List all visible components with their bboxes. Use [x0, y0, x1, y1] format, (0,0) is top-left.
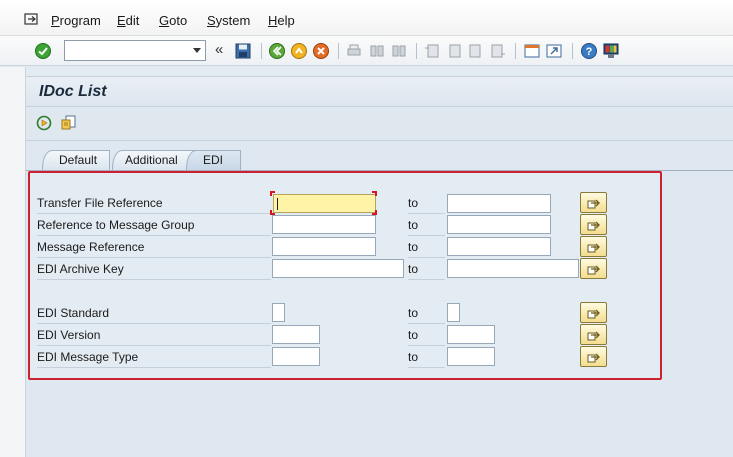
- next-page-icon: [469, 44, 481, 58]
- create-session-icon[interactable]: [523, 42, 541, 60]
- menu-edit[interactable]: Edit: [117, 13, 139, 28]
- first-page-icon: [425, 44, 439, 58]
- tab-default[interactable]: Default: [42, 150, 110, 170]
- menu-program[interactable]: Program: [51, 13, 101, 28]
- page-title: IDoc List: [39, 83, 107, 100]
- last-page-icon: [491, 44, 505, 58]
- tab-edi[interactable]: EDI: [186, 150, 241, 170]
- svg-text:?: ?: [586, 46, 593, 58]
- get-variant-icon[interactable]: [60, 114, 77, 131]
- help-icon[interactable]: ?: [580, 42, 598, 60]
- execute-icon[interactable]: [36, 115, 52, 131]
- left-border: [0, 67, 26, 457]
- shortcut-icon[interactable]: [545, 42, 563, 60]
- menu-system[interactable]: System: [207, 13, 250, 28]
- chevron-down-icon[interactable]: [193, 48, 201, 53]
- menu-help[interactable]: Help: [268, 13, 295, 28]
- find-next-icon: [392, 45, 406, 57]
- customize-layout-icon[interactable]: [602, 42, 620, 60]
- cancel-icon[interactable]: [312, 42, 330, 60]
- command-field[interactable]: [64, 40, 206, 61]
- print-icon: [347, 44, 361, 56]
- system-menu-icon[interactable]: [24, 13, 38, 25]
- save-icon[interactable]: [234, 42, 252, 60]
- collapse-icon[interactable]: «: [215, 41, 223, 58]
- enter-check-icon[interactable]: [34, 42, 52, 60]
- menu-goto[interactable]: Goto: [159, 13, 187, 28]
- exit-icon[interactable]: [290, 42, 308, 60]
- application-toolbar: [26, 107, 733, 141]
- find-icon: [370, 45, 384, 57]
- menu-bar: Program Edit Goto System Help: [0, 0, 733, 36]
- title-bar: IDoc List: [26, 76, 733, 107]
- highlight-box: [28, 171, 662, 380]
- tab-additional[interactable]: Additional: [112, 150, 196, 170]
- back-icon[interactable]: [268, 42, 286, 60]
- previous-page-icon: [449, 44, 461, 58]
- standard-toolbar: « ?: [0, 36, 733, 66]
